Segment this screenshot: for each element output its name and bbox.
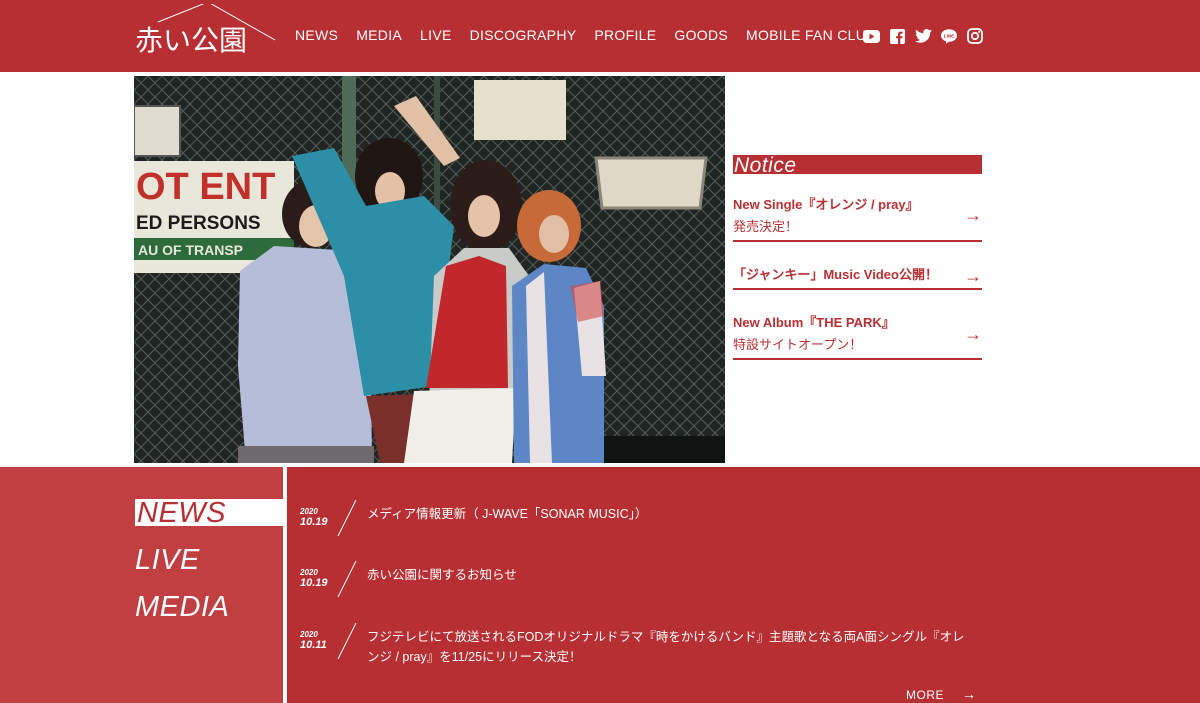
slash-divider-icon bbox=[337, 499, 357, 537]
nav-discography[interactable]: DISCOGRAPHY bbox=[470, 27, 577, 43]
svg-text:LINE: LINE bbox=[944, 33, 954, 38]
site-header: 赤い公園 NEWS MEDIA LIVE DISCOGRAPHY PROFILE… bbox=[0, 0, 1200, 72]
notice-title: Notice bbox=[733, 155, 982, 177]
nav-profile[interactable]: PROFILE bbox=[594, 27, 656, 43]
news-title: フジテレビにて放送されるFODオリジナルドラマ『時をかけるバンド』主題歌となる両… bbox=[367, 630, 965, 664]
twitter-icon[interactable] bbox=[914, 27, 932, 45]
nav-mobile-fan-club[interactable]: MOBILE FAN CLUB bbox=[746, 27, 876, 43]
notice-item-line1: 「ジャンキー」Music Video公開！ bbox=[733, 267, 938, 282]
instagram-icon[interactable] bbox=[966, 27, 984, 45]
svg-text:ED PERSONS: ED PERSONS bbox=[136, 213, 261, 234]
news-date: 2020 10.19 bbox=[300, 507, 328, 529]
arrow-right-icon: → bbox=[964, 266, 982, 286]
more-link[interactable]: MORE → bbox=[906, 686, 977, 702]
main-nav: NEWS MEDIA LIVE DISCOGRAPHY PROFILE GOOD… bbox=[295, 27, 876, 43]
news-month-day: 10.19 bbox=[300, 577, 328, 589]
site-logo[interactable]: 赤い公園 bbox=[133, 4, 278, 62]
nav-media[interactable]: MEDIA bbox=[356, 27, 402, 43]
notice-item-new-single[interactable]: New Single『オレンジ / pray』 発売決定！ → bbox=[733, 194, 982, 242]
slash-divider-icon bbox=[337, 622, 357, 660]
news-title: メディア情報更新（ J-WAVE「SONAR MUSIC」） bbox=[367, 507, 648, 521]
arrow-right-icon: → bbox=[964, 324, 982, 344]
facebook-icon[interactable] bbox=[888, 27, 906, 45]
tab-news[interactable]: NEWS bbox=[135, 499, 283, 528]
svg-text:AU OF TRANSP: AU OF TRANSP bbox=[138, 242, 243, 258]
youtube-icon[interactable] bbox=[862, 27, 880, 45]
news-date: 2020 10.11 bbox=[300, 630, 327, 652]
category-tabs-panel: NEWS LIVE MEDIA bbox=[0, 467, 283, 703]
hero-photo: OT ENT ED PERSONS AU OF TRANSP bbox=[134, 76, 725, 463]
notice-item-line1: New Album『THE PARK』 bbox=[733, 315, 895, 330]
notice-item-line2: 特設サイトオープン！ bbox=[733, 337, 863, 352]
news-title: 赤い公園に関するお知らせ bbox=[367, 568, 517, 582]
news-month-day: 10.11 bbox=[300, 639, 327, 651]
tab-live[interactable]: LIVE bbox=[135, 545, 200, 575]
notice-item-music-video[interactable]: 「ジャンキー」Music Video公開！ → bbox=[733, 264, 982, 290]
news-date: 2020 10.19 bbox=[300, 568, 328, 590]
nav-goods[interactable]: GOODS bbox=[674, 27, 728, 43]
line-icon[interactable]: LINE bbox=[940, 27, 958, 45]
arrow-right-icon: → bbox=[964, 205, 982, 225]
logo-text: 赤い公園 bbox=[135, 24, 248, 57]
nav-news[interactable]: NEWS bbox=[295, 27, 338, 43]
notice-item-line2: 発売決定！ bbox=[733, 219, 799, 234]
nav-live[interactable]: LIVE bbox=[420, 27, 452, 43]
social-links: LINE bbox=[862, 27, 984, 45]
svg-text:OT ENT: OT ENT bbox=[136, 166, 275, 208]
band-photo-image: OT ENT ED PERSONS AU OF TRANSP bbox=[134, 76, 725, 463]
notice-item-new-album[interactable]: New Album『THE PARK』 特設サイトオープン！ → bbox=[733, 312, 982, 360]
notice-item-line1: New Single『オレンジ / pray』 bbox=[733, 197, 919, 212]
arrow-right-icon: → bbox=[962, 686, 977, 702]
more-label: MORE bbox=[906, 688, 944, 702]
news-year: 2020 bbox=[300, 630, 318, 639]
section-divider bbox=[283, 467, 287, 703]
news-year: 2020 bbox=[300, 568, 318, 577]
tab-media[interactable]: MEDIA bbox=[135, 592, 229, 622]
slash-divider-icon bbox=[337, 560, 357, 598]
notice-panel: Notice New Single『オレンジ / pray』 発売決定！ → 「… bbox=[733, 155, 982, 360]
news-month-day: 10.19 bbox=[300, 516, 328, 528]
news-section: NEWS LIVE MEDIA bbox=[0, 467, 1200, 703]
news-year: 2020 bbox=[300, 507, 318, 516]
